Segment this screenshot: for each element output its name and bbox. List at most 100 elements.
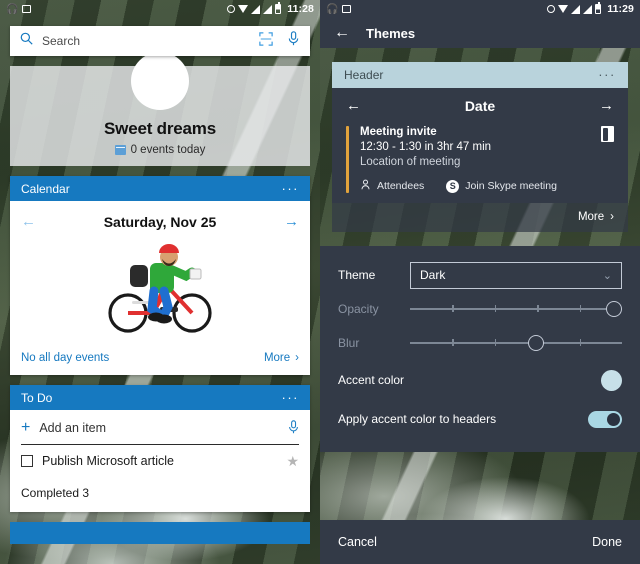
todo-item-label: Publish Microsoft article xyxy=(42,454,174,468)
battery-icon xyxy=(275,2,282,14)
attendees-label: Attendees xyxy=(377,180,425,192)
todo-card: To Do ··· + Add an item Publish Microsof… xyxy=(10,385,310,512)
status-bar-right: 🎧 11:29 xyxy=(320,0,640,18)
microphone-icon[interactable] xyxy=(288,419,299,437)
photo-icon xyxy=(342,5,352,13)
preview-date-label: Date xyxy=(464,97,496,114)
slider-track xyxy=(410,308,622,310)
preview-body: ← Date → Meeting invite 12:30 - 1:30 in … xyxy=(332,88,628,203)
accent-color-row[interactable]: Accent color xyxy=(338,360,622,400)
apply-accent-label: Apply accent color to headers xyxy=(338,412,497,426)
search-tools xyxy=(259,31,300,51)
blur-label: Blur xyxy=(338,336,360,350)
search-bar[interactable]: Search xyxy=(10,26,310,56)
skype-icon: S xyxy=(446,179,460,193)
apply-accent-row[interactable]: Apply accent color to headers xyxy=(338,400,622,438)
theme-select[interactable]: Dark ⌄ xyxy=(410,261,622,289)
calendar-overflow-button[interactable]: ··· xyxy=(282,182,300,195)
star-icon[interactable]: ★ xyxy=(286,453,299,470)
launcher-home-panel: 🎧 11:28 Search Sweet dreams 0 events tod… xyxy=(0,0,320,564)
microphone-icon[interactable] xyxy=(287,31,300,51)
avatar[interactable] xyxy=(131,52,189,110)
apply-accent-toggle[interactable] xyxy=(588,410,622,428)
greeting-text: Sweet dreams xyxy=(104,119,216,138)
back-arrow-icon[interactable]: ← xyxy=(334,24,350,42)
status-bar-time: 11:28 xyxy=(287,3,314,15)
accent-color-swatch[interactable] xyxy=(601,369,622,391)
plus-icon: + xyxy=(21,419,31,436)
cyclist-illustration xyxy=(108,244,212,333)
chevron-down-icon: ⌄ xyxy=(602,269,612,282)
slider-tick xyxy=(452,339,454,346)
todo-list-item[interactable]: Publish Microsoft article ★ xyxy=(21,445,299,477)
calendar-next-button[interactable]: → xyxy=(281,213,299,230)
slider-knob[interactable] xyxy=(527,335,544,351)
opacity-row: Opacity xyxy=(338,292,622,326)
slider-knob[interactable] xyxy=(606,301,622,317)
event-location: Location of meeting xyxy=(360,156,461,168)
page-title: Themes xyxy=(366,25,416,41)
todo-overflow-button[interactable]: ··· xyxy=(282,391,300,404)
cancel-button[interactable]: Cancel xyxy=(338,535,377,549)
calendar-prev-button[interactable]: ← xyxy=(21,213,39,230)
greeting-hero: Sweet dreams 0 events today xyxy=(10,52,310,166)
join-skype-button[interactable]: S Join Skype meeting xyxy=(446,179,557,193)
attendees-button[interactable]: Attendees xyxy=(360,179,424,193)
preview-more-button[interactable]: More › xyxy=(332,203,628,232)
calendar-card-header: Calendar ··· xyxy=(10,176,310,201)
status-bar-time: 11:29 xyxy=(607,3,634,15)
search-input[interactable]: Search xyxy=(42,34,259,48)
signal-icon xyxy=(583,4,593,14)
notes-card-peek[interactable] xyxy=(10,522,310,544)
theme-settings-list: Theme Dark ⌄ Opacity Blur Accent color A… xyxy=(320,246,640,452)
headphones-icon: 🎧 xyxy=(326,3,339,15)
preview-header-bar: Header ··· xyxy=(332,62,628,88)
preview-prev-button[interactable]: ← xyxy=(346,97,364,114)
opacity-slider[interactable] xyxy=(410,299,622,319)
slider-track xyxy=(410,342,622,344)
wifi-icon xyxy=(238,5,249,13)
calendar-more-button[interactable]: More › xyxy=(264,352,299,364)
preview-more-label: More xyxy=(577,211,605,223)
calendar-card-title: Calendar xyxy=(21,181,70,196)
event-actions: Attendees S Join Skype meeting xyxy=(360,179,601,193)
event-time: 12:30 - 1:30 in 3hr 47 min xyxy=(360,141,492,153)
battery-icon xyxy=(595,2,602,14)
signal-icon xyxy=(263,4,273,14)
slider-tick xyxy=(579,305,582,312)
dialog-footer: Cancel Done xyxy=(320,520,640,564)
preview-overflow-button[interactable]: ··· xyxy=(598,68,616,81)
todo-add-label: Add an item xyxy=(39,421,107,435)
slider-tick xyxy=(494,339,497,346)
themes-top-bar: ← Themes xyxy=(320,18,640,48)
theme-selected-value: Dark xyxy=(420,268,446,282)
event-info: Meeting invite 12:30 - 1:30 in 3hr 47 mi… xyxy=(360,126,601,193)
alarm-icon xyxy=(547,5,556,13)
accent-color-label: Accent color xyxy=(338,373,405,387)
todo-body: + Add an item Publish Microsoft article … xyxy=(10,410,310,512)
calendar-card-footer: No all day events More › xyxy=(10,344,310,375)
blur-slider[interactable] xyxy=(410,333,622,353)
slider-tick xyxy=(537,305,539,312)
chevron-right-icon: › xyxy=(610,211,614,223)
office-document-icon[interactable] xyxy=(601,126,614,142)
event-title: Meeting invite xyxy=(360,126,437,138)
done-button[interactable]: Done xyxy=(592,535,622,549)
todo-card-header: To Do ··· xyxy=(10,385,310,410)
calendar-card: Calendar ··· ← Saturday, Nov 25 → No all… xyxy=(10,176,310,375)
preview-next-button[interactable]: → xyxy=(596,97,614,114)
slider-tick xyxy=(494,305,497,312)
preview-event-row[interactable]: Meeting invite 12:30 - 1:30 in 3hr 47 mi… xyxy=(332,123,628,203)
events-summary[interactable]: 0 events today xyxy=(114,144,205,156)
todo-add-input[interactable]: + Add an item xyxy=(21,412,299,445)
scan-icon[interactable] xyxy=(259,31,273,51)
empty-state-illustration xyxy=(10,236,310,344)
preview-header-label: Header xyxy=(344,68,384,82)
calendar-empty-label: No all day events xyxy=(21,352,110,364)
person-icon xyxy=(360,179,371,193)
todo-card-title: To Do xyxy=(21,390,53,405)
todo-completed-label[interactable]: Completed 3 xyxy=(21,477,299,512)
todo-checkbox[interactable] xyxy=(21,455,33,467)
calendar-more-label: More xyxy=(263,352,291,364)
theme-row: Theme Dark ⌄ xyxy=(338,258,622,292)
